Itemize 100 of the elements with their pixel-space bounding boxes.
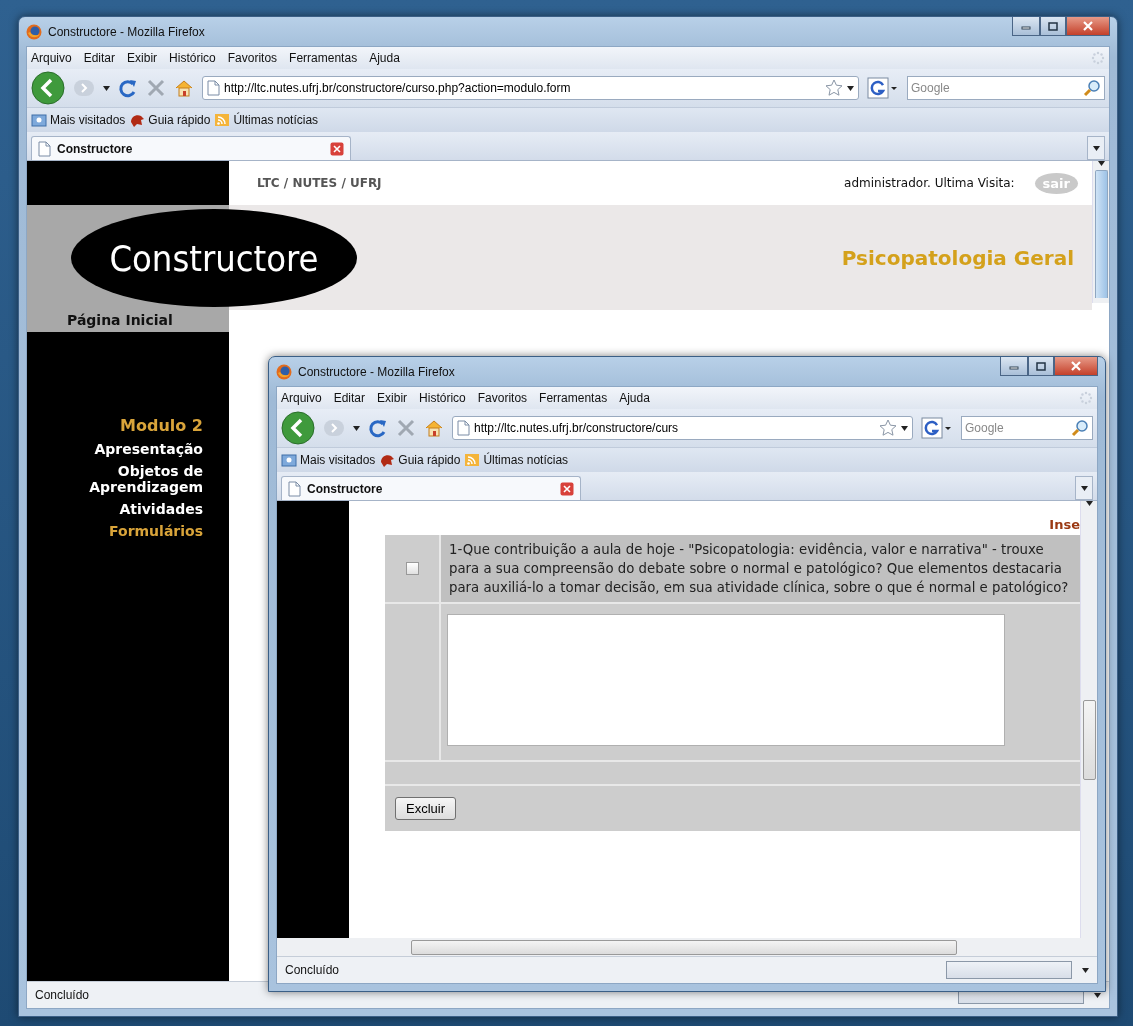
home-icon bbox=[174, 78, 194, 98]
nav-link[interactable]: Apresentação bbox=[27, 439, 229, 462]
url-text: http://ltc.nutes.ufrj.br/constructore/curso.php?action=modulo.form bbox=[224, 81, 572, 95]
bookmark-link[interactable]: Guia rápido bbox=[379, 453, 461, 467]
window-title: Constructore - Mozilla Firefox bbox=[48, 24, 206, 39]
search-icon bbox=[1083, 79, 1101, 97]
page-icon bbox=[38, 140, 51, 157]
back-icon bbox=[31, 71, 65, 105]
reload-icon bbox=[118, 78, 138, 98]
nav-link[interactable]: Formulários bbox=[27, 521, 229, 544]
reload-icon bbox=[368, 418, 388, 438]
forward-icon bbox=[73, 77, 95, 99]
menu-item[interactable]: Exibir bbox=[127, 51, 158, 65]
menu-item[interactable]: Histórico bbox=[419, 391, 466, 405]
search-field[interactable]: Google bbox=[907, 76, 1105, 100]
caret-icon bbox=[1082, 967, 1089, 973]
search-placeholder: Google bbox=[965, 421, 1005, 435]
menu-item[interactable]: Editar bbox=[333, 391, 366, 405]
dog-head-icon bbox=[379, 453, 396, 467]
address-field[interactable]: http://ltc.nutes.ufrj.br/constructore/curs bbox=[452, 416, 913, 440]
star-icon bbox=[825, 79, 843, 97]
close-icon bbox=[1083, 21, 1093, 31]
menu-item[interactable]: Ferramentas bbox=[289, 51, 358, 65]
answer-field[interactable] bbox=[446, 614, 1005, 746]
scrollbar[interactable] bbox=[1080, 501, 1097, 938]
bookmark-link[interactable]: Guia rápido bbox=[129, 113, 211, 127]
home-link[interactable]: Página Inicial bbox=[27, 310, 229, 332]
status-text: Concluído bbox=[285, 963, 341, 977]
browser-tab[interactable]: Constructore bbox=[281, 476, 581, 500]
throbber-icon bbox=[1079, 391, 1093, 405]
horizontal-scrollbar[interactable] bbox=[277, 938, 1097, 956]
menu-item[interactable]: Ajuda bbox=[619, 391, 650, 405]
browser-tab[interactable]: Constructore bbox=[31, 136, 351, 160]
folder-icon bbox=[31, 113, 47, 127]
page-icon bbox=[457, 420, 470, 436]
search-field[interactable]: Google bbox=[961, 416, 1093, 440]
search-icon bbox=[1071, 419, 1089, 437]
search-placeholder: Google bbox=[911, 81, 951, 95]
menu-item[interactable]: Favoritos bbox=[477, 391, 528, 405]
module-title: Modulo 2 bbox=[119, 415, 204, 437]
throbber-icon bbox=[1091, 51, 1105, 65]
caret-icon bbox=[103, 85, 110, 91]
breadcrumb: LTC / NUTES / UFRJ bbox=[257, 176, 383, 190]
close-icon bbox=[1071, 361, 1081, 371]
search-engine-icon bbox=[867, 77, 899, 99]
status-text: Concluído bbox=[35, 988, 91, 1002]
tab-list-button[interactable] bbox=[1087, 136, 1105, 160]
bookmark-link[interactable]: Mais visitados bbox=[281, 453, 376, 467]
menu-item[interactable]: Ajuda bbox=[369, 51, 400, 65]
search-engine-icon bbox=[921, 417, 953, 439]
bookmark-link[interactable]: Mais visitados bbox=[31, 113, 126, 127]
scroll-thumb[interactable] bbox=[1082, 700, 1096, 780]
url-text: http://ltc.nutes.ufrj.br/constructore/curs bbox=[474, 421, 680, 435]
star-icon bbox=[879, 419, 897, 437]
menu-item[interactable]: Ferramentas bbox=[539, 391, 608, 405]
scroll-thumb[interactable] bbox=[411, 939, 957, 955]
caret-icon bbox=[353, 425, 360, 431]
close-button[interactable] bbox=[1054, 357, 1098, 376]
nav-link[interactable]: Atividades bbox=[27, 499, 229, 522]
menu-item[interactable]: Histórico bbox=[169, 51, 216, 65]
insert-link[interactable]: Inse bbox=[1049, 517, 1080, 532]
maximize-button[interactable] bbox=[1028, 357, 1054, 376]
question-text: 1-Que contribuição a aula de hoje - "Psicopatologia: evidência, valor e narrativa" - trouxe para a sua compreensão do debate sobre o normal e patológico? Que elementos destacaria para auxiliá-lo a tomar decisão, em sua atividade clínica, sobre o que é normal e patológico? bbox=[449, 541, 1070, 597]
bookmark-link[interactable]: Últimas notícias bbox=[464, 453, 569, 467]
page-icon bbox=[288, 480, 301, 497]
home-icon bbox=[424, 418, 444, 438]
menu-item[interactable]: Arquivo bbox=[281, 391, 322, 405]
address-field[interactable]: http://ltc.nutes.ufrj.br/constructore/curso.php?action=modulo.form bbox=[202, 76, 859, 100]
bookmark-link[interactable]: Últimas notícias bbox=[214, 113, 319, 127]
stop-icon bbox=[396, 418, 416, 438]
dog-head-icon bbox=[129, 113, 146, 127]
back-icon bbox=[281, 411, 315, 445]
folder-icon bbox=[281, 453, 297, 467]
menu-item[interactable]: Editar bbox=[83, 51, 116, 65]
minimize-button[interactable] bbox=[1012, 17, 1040, 36]
maximize-icon bbox=[1036, 361, 1046, 371]
menu-item[interactable]: Arquivo bbox=[31, 51, 72, 65]
page-icon bbox=[207, 80, 220, 96]
menu-item[interactable]: Favoritos bbox=[227, 51, 278, 65]
maximize-icon bbox=[1048, 21, 1058, 31]
menu-item[interactable]: Exibir bbox=[377, 391, 408, 405]
user-info: administrador. Ultima Visita: bbox=[844, 176, 1015, 190]
maximize-button[interactable] bbox=[1040, 17, 1066, 36]
caret-icon bbox=[901, 425, 908, 431]
scrollbar[interactable] bbox=[1092, 161, 1109, 303]
feed-icon bbox=[464, 453, 481, 467]
course-title: Psicopatologia Geral bbox=[841, 245, 1074, 270]
caret-icon bbox=[1080, 485, 1088, 491]
nav-link[interactable]: Objetos de Aprendizagem bbox=[27, 461, 229, 500]
close-button[interactable] bbox=[1066, 17, 1110, 36]
stop-icon bbox=[146, 78, 166, 98]
checkbox[interactable] bbox=[405, 562, 419, 575]
minimize-button[interactable] bbox=[1000, 357, 1028, 376]
close-icon bbox=[330, 141, 344, 156]
forward-icon bbox=[323, 417, 345, 439]
delete-button[interactable]: Excluir bbox=[395, 797, 456, 820]
close-icon bbox=[560, 481, 574, 496]
feed-icon bbox=[214, 113, 231, 127]
window-title: Constructore - Mozilla Firefox bbox=[298, 364, 456, 379]
tab-list-button[interactable] bbox=[1075, 476, 1093, 500]
